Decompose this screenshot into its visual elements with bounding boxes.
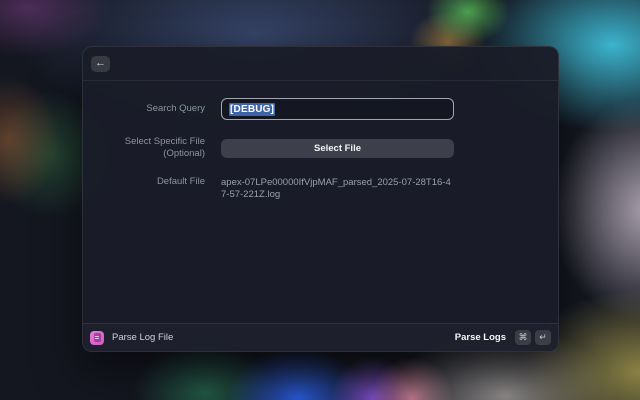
select-file-button[interactable]: Select File xyxy=(221,139,454,158)
command-key-icon: ⌘ xyxy=(515,330,531,345)
document-icon xyxy=(94,333,101,342)
window-footer: Parse Log File Parse Logs ⌘ ↵ xyxy=(83,323,558,351)
search-query-value: [DEBUG] xyxy=(229,103,275,116)
select-file-label-line2: (Optional) xyxy=(99,148,205,160)
default-file-label: Default File xyxy=(99,176,205,188)
search-query-input[interactable]: [DEBUG] xyxy=(221,98,454,120)
select-file-label: Select Specific File (Optional) xyxy=(99,136,205,160)
search-query-label: Search Query xyxy=(99,103,205,115)
default-file-row: Default File apex-07LPe00000IfVjpMAF_par… xyxy=(83,176,558,201)
default-file-value: apex-07LPe00000IfVjpMAF_parsed_2025-07-2… xyxy=(221,176,454,201)
parse-log-file-window: ← Search Query [DEBUG] Select Specific F… xyxy=(82,46,559,352)
back-arrow-icon: ← xyxy=(95,57,106,69)
form-body: Search Query [DEBUG] Select Specific Fil… xyxy=(83,81,558,323)
return-key-icon: ↵ xyxy=(535,330,551,345)
select-file-label-line1: Select Specific File xyxy=(99,136,205,148)
select-file-row: Select Specific File (Optional) Select F… xyxy=(83,136,558,160)
footer-actions: Parse Logs ⌘ ↵ xyxy=(455,330,551,345)
search-query-row: Search Query [DEBUG] xyxy=(83,98,558,120)
back-button[interactable]: ← xyxy=(91,56,110,72)
parse-log-file-app-icon xyxy=(90,331,104,345)
footer-app-name: Parse Log File xyxy=(112,332,173,343)
window-header: ← xyxy=(83,47,558,81)
parse-logs-action[interactable]: Parse Logs xyxy=(455,332,506,343)
